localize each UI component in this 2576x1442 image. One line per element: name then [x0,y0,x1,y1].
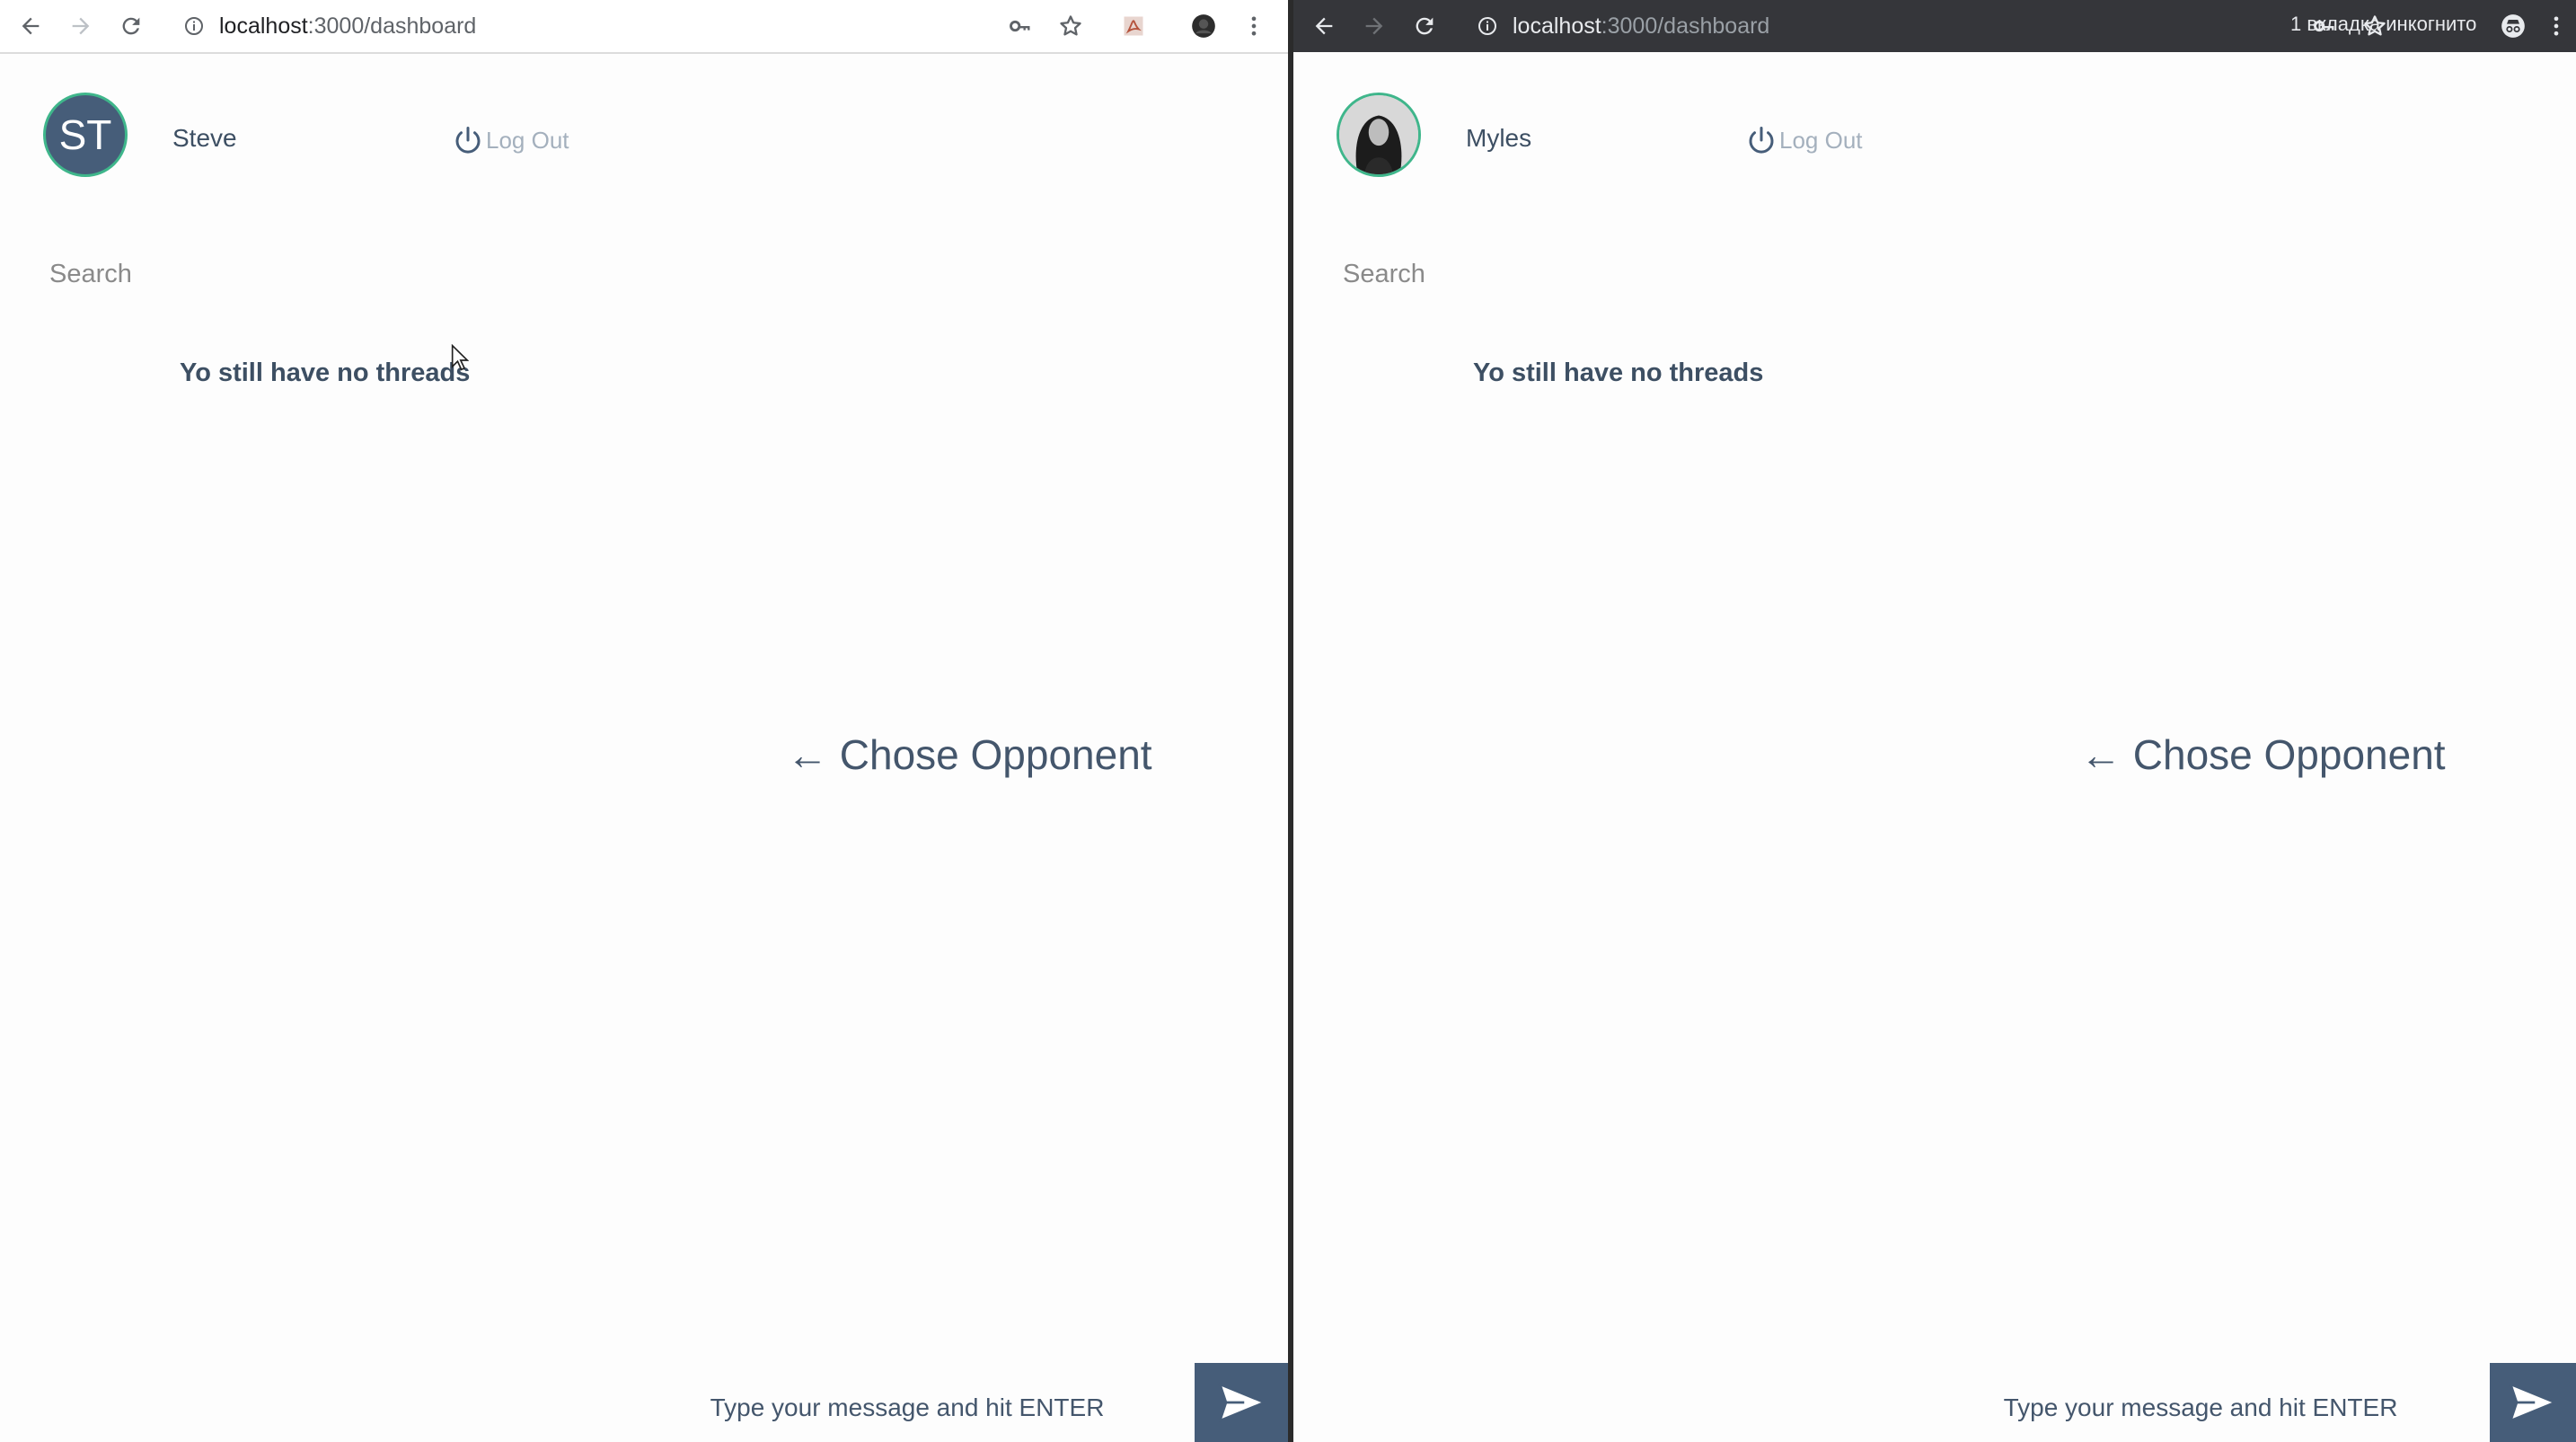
profile-icon[interactable] [1187,10,1220,42]
address-bar[interactable]: localhost:3000/dashboard [183,9,476,43]
user-name: Myles [1466,124,1532,152]
reload-icon[interactable] [115,10,147,42]
browser-toolbar: localhost:3000/dashboard [0,0,1288,54]
send-icon [2509,1383,2557,1422]
forward-arrow-icon[interactable] [1358,10,1390,42]
logout-label: Log Out [1779,126,1863,154]
avatar[interactable] [1337,93,1421,177]
chose-opponent-label: ← Chose Opponent [2080,731,2446,778]
user-photo-icon [1339,95,1418,174]
logout-label: Log Out [486,126,569,154]
send-button[interactable] [1195,1363,1288,1442]
url-host: localhost [219,13,308,39]
address-bar[interactable]: localhost:3000/dashboard [1477,9,1769,43]
logout-button[interactable]: Log Out [452,124,569,156]
left-browser-window: localhost:3000/dashboard ST Steve Log Ou… [0,0,1288,1442]
avatar[interactable]: ST [43,93,128,177]
pdf-extension-icon[interactable] [1117,10,1150,42]
empty-threads-message: Yo still have no threads [1473,358,1764,387]
avatar-initials: ST [58,111,112,158]
user-name: Steve [172,124,237,152]
search-input[interactable] [1343,256,1720,292]
logout-button[interactable]: Log Out [1745,124,1863,156]
reload-icon[interactable] [1408,10,1441,42]
url-path: :3000/dashboard [307,13,477,39]
key-icon[interactable] [1004,10,1037,42]
back-arrow-icon[interactable] [1308,10,1340,42]
incognito-icon[interactable] [2497,10,2529,42]
url-host: localhost [1513,13,1601,39]
back-arrow-icon[interactable] [14,10,47,42]
info-icon[interactable] [1477,15,1498,37]
url-path: :3000/dashboard [1601,13,1770,39]
power-icon [1749,127,1774,154]
mouse-cursor-icon [451,344,469,371]
menu-dots-icon[interactable] [2540,10,2572,42]
power-icon [455,127,481,154]
browser-toolbar-incognito: localhost:3000/dashboard 1 вкладка инког… [1293,0,2576,52]
message-input[interactable] [1922,1388,2479,1428]
info-icon[interactable] [183,15,205,37]
send-icon [1218,1383,1266,1422]
forward-arrow-icon[interactable] [65,10,97,42]
right-browser-window: localhost:3000/dashboard 1 вкладка инког… [1293,0,2576,1442]
message-input[interactable] [629,1388,1186,1428]
menu-dots-icon[interactable] [1238,10,1270,42]
star-icon[interactable] [1054,10,1087,42]
search-input[interactable] [49,256,427,292]
incognito-tab-label: 1 вкладка инкогнито [2290,13,2477,35]
send-button[interactable] [2490,1363,2576,1442]
chose-opponent-label: ← Chose Opponent [787,731,1152,778]
empty-threads-message: Yo still have no threads [180,358,471,387]
